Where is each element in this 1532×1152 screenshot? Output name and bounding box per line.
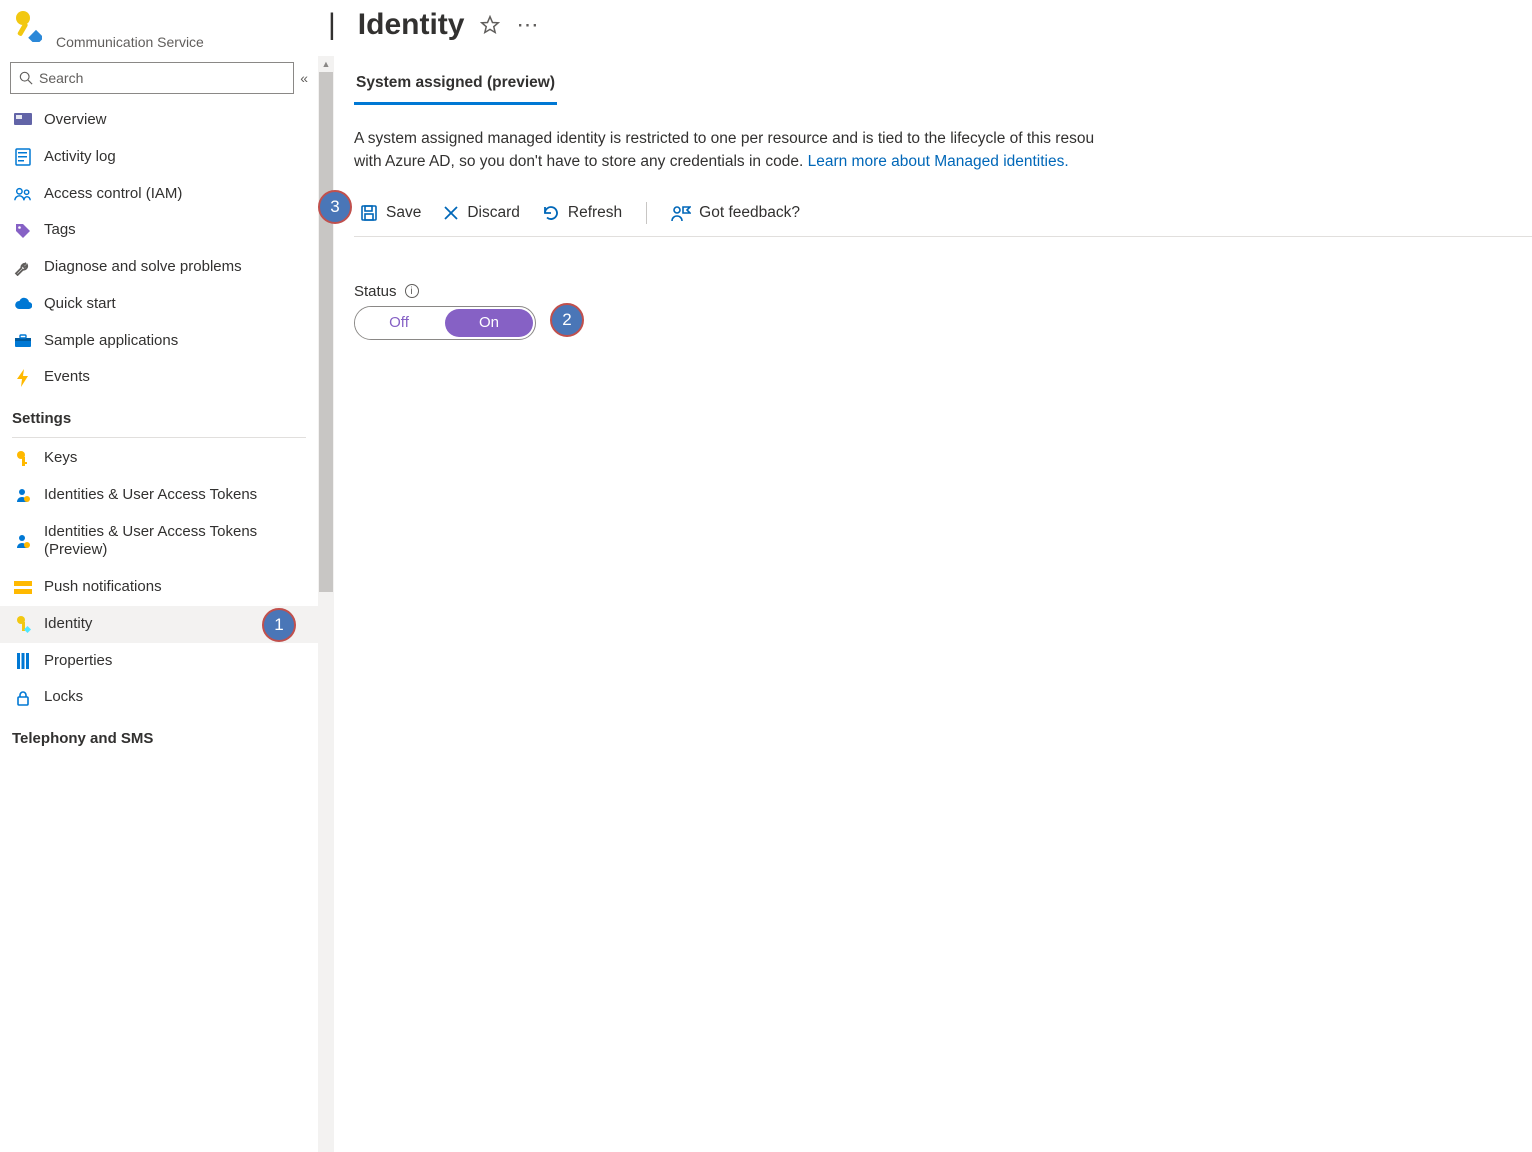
close-icon [443, 205, 459, 221]
tabs: System assigned (preview) [354, 62, 1532, 105]
search-input[interactable] [10, 62, 294, 94]
page-header: Communication Service | Identity ⋯ [0, 0, 1532, 56]
status-toggle-on[interactable]: On [445, 309, 533, 337]
sidebar-divider [12, 437, 306, 438]
scroll-up-icon[interactable]: ▲ [318, 56, 334, 72]
overview-icon [14, 111, 32, 129]
more-actions-icon[interactable]: ⋯ [516, 12, 540, 38]
page-title: Identity [358, 8, 465, 42]
tag-icon [14, 222, 32, 240]
sidebar-item-label: Tags [44, 221, 304, 240]
save-icon [360, 204, 378, 222]
sidebar-item-label: Overview [44, 111, 304, 130]
learn-more-link[interactable]: Learn more about Managed identities. [808, 153, 1069, 170]
favorite-star-icon[interactable] [480, 15, 500, 35]
person-token-icon [14, 486, 32, 504]
info-icon[interactable]: i [405, 284, 419, 298]
discard-button[interactable]: Discard [437, 202, 526, 224]
cloud-icon [14, 295, 32, 313]
log-icon [14, 148, 32, 166]
sidebar-item-push-notifications[interactable]: Push notifications [0, 569, 318, 606]
annotation-badge-2: 2 [550, 303, 584, 337]
sidebar-item-label: Activity log [44, 148, 304, 167]
description-text: A system assigned managed identity is re… [354, 127, 1532, 174]
status-toggle-off[interactable]: Off [355, 307, 443, 339]
save-label: Save [386, 204, 421, 222]
lock-icon [14, 689, 32, 707]
sidebar-section-telephony-sms: Telephony and SMS [0, 716, 318, 753]
toolbar-separator [646, 202, 647, 224]
status-toggle[interactable]: Off On [354, 306, 536, 340]
wrench-icon [14, 258, 32, 276]
sidebar-item-identities-tokens-preview[interactable]: Identities & User Access Tokens (Preview… [0, 514, 318, 570]
sidebar-item-label: Sample applications [44, 332, 304, 351]
annotation-badge-3: 3 [318, 190, 352, 224]
sidebar-item-label: Push notifications [44, 578, 304, 597]
save-button[interactable]: Save [354, 202, 427, 224]
sidebar-item-access-control[interactable]: Access control (IAM) [0, 176, 318, 213]
sidebar-item-label: Diagnose and solve problems [44, 258, 304, 277]
title-separator: | [328, 8, 336, 42]
identity-icon [14, 615, 32, 633]
refresh-button[interactable]: Refresh [536, 202, 628, 224]
sidebar-item-activity-log[interactable]: Activity log [0, 139, 318, 176]
sidebar-item-overview[interactable]: Overview [0, 102, 318, 139]
sidebar-item-diagnose[interactable]: Diagnose and solve problems [0, 249, 318, 286]
properties-icon [14, 652, 32, 670]
sidebar-item-label: Identities & User Access Tokens (Preview… [44, 523, 304, 561]
sidebar: « Overview Activity log Access control (… [0, 56, 318, 1152]
sidebar-item-label: Events [44, 368, 304, 387]
people-icon [14, 185, 32, 203]
sidebar-item-sample-apps[interactable]: Sample applications [0, 323, 318, 360]
sidebar-item-label: Quick start [44, 295, 304, 314]
sidebar-item-locks[interactable]: Locks [0, 679, 318, 716]
search-icon [19, 71, 33, 85]
service-type: Communication Service [56, 34, 204, 50]
tab-system-assigned[interactable]: System assigned (preview) [354, 62, 557, 105]
sidebar-item-identities-tokens[interactable]: Identities & User Access Tokens [0, 477, 318, 514]
sidebar-item-quick-start[interactable]: Quick start [0, 286, 318, 323]
key-icon [14, 449, 32, 467]
annotation-badge-1: 1 [262, 608, 296, 642]
sidebar-item-keys[interactable]: Keys [0, 440, 318, 477]
toolbar: 3 Save Discard Refresh [354, 192, 1532, 237]
feedback-label: Got feedback? [699, 204, 800, 222]
sidebar-item-label: Keys [44, 449, 304, 468]
toolbox-icon [14, 332, 32, 350]
main-content: ▲ System assigned (preview) A system ass… [318, 56, 1532, 1152]
sidebar-item-label: Properties [44, 652, 304, 671]
sidebar-item-properties[interactable]: Properties [0, 643, 318, 680]
status-section: Status i Off On 2 [354, 283, 1532, 340]
person-token-icon [14, 532, 32, 550]
lightning-icon [14, 369, 32, 387]
refresh-icon [542, 204, 560, 222]
sidebar-item-label: Identities & User Access Tokens [44, 486, 304, 505]
search-field[interactable] [39, 70, 285, 86]
sidebar-item-label: Locks [44, 688, 304, 707]
collapse-sidebar-icon[interactable]: « [300, 70, 308, 86]
discard-label: Discard [467, 204, 520, 222]
sidebar-item-identity[interactable]: Identity 1 [0, 606, 318, 643]
refresh-label: Refresh [568, 204, 622, 222]
feedback-person-icon [671, 204, 691, 222]
sidebar-item-events[interactable]: Events [0, 359, 318, 396]
status-label: Status [354, 283, 397, 300]
sidebar-item-tags[interactable]: Tags [0, 212, 318, 249]
sidebar-item-label: Access control (IAM) [44, 185, 304, 204]
notification-icon [14, 578, 32, 596]
sidebar-section-settings: Settings [0, 396, 318, 433]
scroll-thumb[interactable] [319, 72, 333, 592]
feedback-button[interactable]: Got feedback? [665, 202, 806, 224]
key-resource-icon [12, 8, 42, 42]
